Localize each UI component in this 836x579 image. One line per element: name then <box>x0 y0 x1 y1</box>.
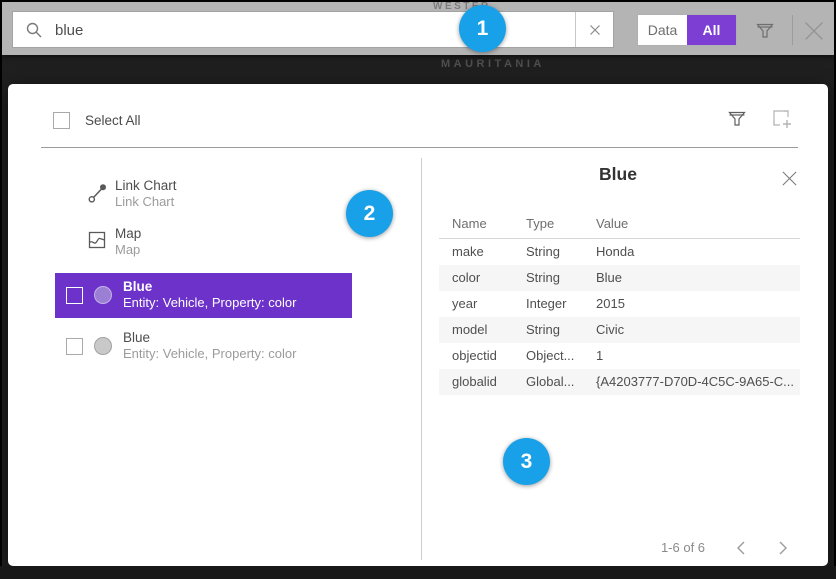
callout-badge-1: 1 <box>459 5 506 52</box>
panel-divider <box>421 158 422 560</box>
filter-icon <box>726 108 748 130</box>
column-header-type: Type <box>526 210 596 238</box>
add-selection-button[interactable] <box>769 106 795 132</box>
entity-circle-icon <box>94 337 112 355</box>
toolbar-divider <box>792 15 793 45</box>
top-search-bar: Data All <box>2 2 834 55</box>
close-icon <box>780 169 799 188</box>
pagination-label: 1-6 of 6 <box>648 540 718 555</box>
list-item-subtitle: Entity: Vehicle, Property: color <box>123 346 296 362</box>
entity-circle-icon <box>94 286 112 304</box>
cell-name: year <box>439 291 526 317</box>
clear-icon <box>589 24 601 36</box>
list-item-subtitle: Map <box>115 242 141 258</box>
attribute-table: Name Type Value make String Honda color … <box>439 210 800 395</box>
column-header-name: Name <box>439 210 526 238</box>
cell-type: Global... <box>526 369 596 395</box>
select-all-label: Select All <box>85 113 141 128</box>
cell-name: color <box>439 265 526 291</box>
table-row: color String Blue <box>439 265 800 291</box>
data-all-toggle: Data All <box>637 14 737 46</box>
cell-value: Honda <box>596 239 800 265</box>
cell-name: model <box>439 317 526 343</box>
search-results-dialog: Select All Link Chart Link Chart <box>8 84 828 566</box>
column-header-value: Value <box>596 210 800 238</box>
cell-value: {A4203777-D70D-4C5C-9A65-C... <box>596 369 800 395</box>
callout-badge-2: 2 <box>346 190 393 237</box>
table-row: globalid Global... {A4203777-D70D-4C5C-9… <box>439 369 800 395</box>
callout-badge-3: 3 <box>503 438 550 485</box>
list-item-subtitle: Entity: Vehicle, Property: color <box>123 295 296 311</box>
list-item-blue[interactable]: Blue Entity: Vehicle, Property: color <box>55 324 352 368</box>
table-row: make String Honda <box>439 239 800 265</box>
chevron-right-icon <box>778 540 788 556</box>
search-filter-button[interactable] <box>752 18 778 44</box>
link-chart-icon <box>87 182 109 204</box>
table-header: Name Type Value <box>439 210 800 239</box>
prev-page-button[interactable] <box>732 539 750 557</box>
filter-icon <box>754 20 776 42</box>
list-item-blue-selected[interactable]: Blue Entity: Vehicle, Property: color <box>55 273 352 318</box>
clear-search-button[interactable] <box>575 12 613 47</box>
cell-name: globalid <box>439 369 526 395</box>
table-row: year Integer 2015 <box>439 291 800 317</box>
table-row: objectid Object... 1 <box>439 343 800 369</box>
cell-type: String <box>526 317 596 343</box>
cell-value: Blue <box>596 265 800 291</box>
cell-type: Integer <box>526 291 596 317</box>
chevron-left-icon <box>736 540 746 556</box>
cell-type: String <box>526 239 596 265</box>
cell-value: Civic <box>596 317 800 343</box>
toggle-option-all[interactable]: All <box>687 15 736 45</box>
list-item-link-chart[interactable]: Link Chart Link Chart <box>87 178 177 210</box>
close-icon <box>802 19 826 43</box>
cell-type: String <box>526 265 596 291</box>
app-screen: WESTER MAURITANIA Data All <box>0 0 836 579</box>
map-label-mauritania: MAURITANIA <box>441 58 545 70</box>
table-row: model String Civic <box>439 317 800 343</box>
list-item-title: Blue <box>123 279 296 295</box>
next-page-button[interactable] <box>774 539 792 557</box>
search-icon <box>26 22 42 38</box>
detail-close-button[interactable] <box>777 166 801 190</box>
cell-name: objectid <box>439 343 526 369</box>
list-item-subtitle: Link Chart <box>115 194 177 210</box>
list-item-title: Blue <box>123 330 296 346</box>
close-search-button[interactable] <box>800 17 828 45</box>
item-checkbox[interactable] <box>66 287 83 304</box>
header-divider <box>41 147 798 148</box>
cell-value: 2015 <box>596 291 800 317</box>
detail-title: Blue <box>438 164 798 185</box>
add-selection-icon <box>770 107 794 131</box>
cell-name: make <box>439 239 526 265</box>
results-filter-button[interactable] <box>725 106 749 132</box>
list-item-map[interactable]: Map Map <box>87 226 141 258</box>
toggle-option-data[interactable]: Data <box>638 15 687 45</box>
cell-type: Object... <box>526 343 596 369</box>
list-item-title: Link Chart <box>115 178 177 194</box>
cell-value: 1 <box>596 343 800 369</box>
list-item-title: Map <box>115 226 141 242</box>
search-box <box>12 11 614 48</box>
bottom-map-strip: Sao Paulo <box>0 566 836 579</box>
select-all-checkbox[interactable] <box>53 112 70 129</box>
map-icon <box>87 230 107 250</box>
item-checkbox[interactable] <box>66 338 83 355</box>
